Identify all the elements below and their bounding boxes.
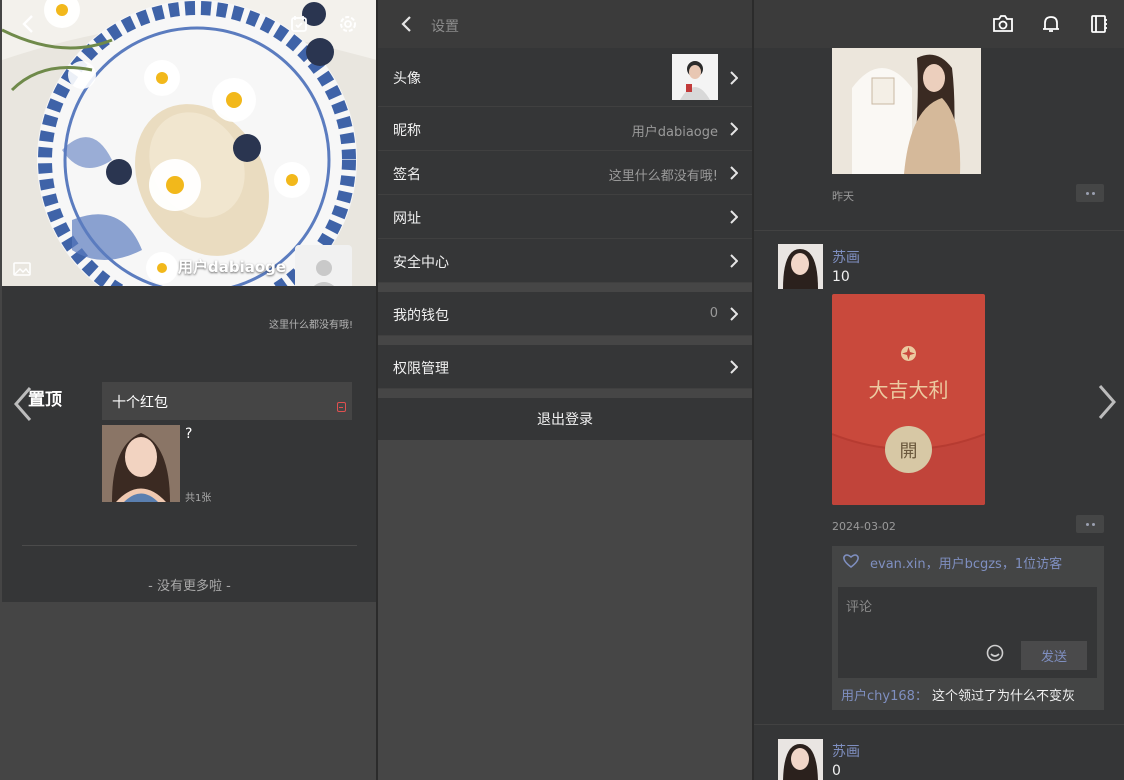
feed-header [754,0,1124,48]
logout-button[interactable]: 退出登录 [378,398,752,440]
chevron-right-icon[interactable] [1096,384,1118,424]
feed-divider [754,724,1124,725]
post-time: 2024-03-02 [832,520,896,533]
divider [22,545,357,546]
chevron-right-icon [729,306,739,325]
comment-user[interactable]: 用户chy168： [841,689,928,704]
comment-text: 这个领过了为什么不变灰 [932,689,1076,704]
profile-username: 用户dabiaoge [178,258,287,276]
chevron-right-icon [729,253,739,272]
chevron-right-icon [729,70,739,89]
settings-row-wallet[interactable]: 我的钱包 0 [378,292,752,336]
post-text: 10 [832,269,850,285]
chevron-right-icon [729,359,739,378]
chevron-right-icon [729,165,739,184]
red-packet-open-button[interactable]: 開 [885,426,932,473]
feed-photo[interactable] [832,48,981,174]
settings-row-label: 昵称 [393,123,421,139]
red-packet-title: 大吉大利 [868,378,949,402]
settings-title: 设置 [431,19,459,35]
comment-item: 用户chy168： 这个领过了为什么不变灰 [841,685,1075,704]
settings-row-signature[interactable]: 签名 这里什么都没有哦! [378,151,752,195]
author-avatar[interactable] [778,244,823,289]
pinned-post-title: 十个红包 [112,395,168,411]
settings-row-permissions[interactable]: 权限管理 [378,345,752,389]
comment-placeholder: 评论 [846,600,873,615]
settings-row-avatar[interactable]: 头像 [378,48,752,107]
post-time: 昨天 [832,190,854,203]
comment-input[interactable]: 评论 发送 [838,587,1097,678]
red-packet-card[interactable]: 大吉大利 開 [832,294,985,505]
settings-row-nickname[interactable]: 昵称 用户dabiaoge [378,107,752,151]
photo-count: 共1张 [185,493,212,504]
heart-icon[interactable] [842,553,860,573]
settings-row-value: 这里什么都没有哦! [608,169,718,184]
more-options-button[interactable] [1076,184,1104,202]
send-button[interactable]: 发送 [1021,641,1087,670]
post-text: ? [185,426,193,442]
camera-icon[interactable] [992,14,1014,34]
settings-panel: 设置 头像 昵称 用户dabiaoge 签名 这里什么都没有哦! 网址 安全中心… [378,0,752,780]
post-thumbnail[interactable] [102,425,180,502]
settings-row-security[interactable]: 安全中心 [378,239,752,283]
settings-row-label: 我的钱包 [393,308,449,324]
profile-body [2,286,377,602]
feed-divider [754,230,1124,231]
settings-row-label: 网址 [393,211,421,227]
post-author[interactable]: 苏画 [832,741,860,761]
settings-row-website[interactable]: 网址 [378,195,752,239]
bell-icon[interactable] [1041,14,1061,34]
contacts-book-icon[interactable] [1089,14,1109,34]
profile-signature: 这里什么都没有哦! [268,320,353,331]
pinned-post-title-bar[interactable]: 十个红包 [102,382,352,420]
settings-row-label: 头像 [393,71,421,87]
likes-list: evan.xin，用户bcgzs，1位访客 [870,557,1063,572]
cover-image: 用户dabiaoge [2,0,377,286]
interaction-box: evan.xin，用户bcgzs，1位访客 评论 发送 用户chy168： 这个… [832,546,1104,710]
feed-panel: 昨天 苏画 10 大吉大利 開 2024-03-02 evan.xin，用户bc… [754,0,1124,780]
no-more-text: - 没有更多啦 - [148,579,231,594]
chevron-right-icon [729,121,739,140]
emoji-icon[interactable] [986,644,1004,666]
settings-row-value: 0 [709,306,718,321]
chevron-right-icon [729,209,739,228]
pinned-label: 置顶 [28,390,62,410]
settings-row-label: 安全中心 [393,255,449,271]
settings-header: 设置 [378,0,752,48]
profile-panel: 用户dabiaoge 这里什么都没有哦! 置顶 十个红包 ? 共1张 - 没有更… [2,0,377,780]
back-icon[interactable] [400,15,412,33]
author-avatar[interactable] [778,739,823,780]
post-text: 0 [832,763,841,779]
settings-row-value: 用户dabiaoge [631,125,718,140]
post-author[interactable]: 苏画 [832,247,860,267]
more-options-button[interactable] [1076,515,1104,533]
settings-row-label: 权限管理 [393,361,449,377]
settings-row-label: 签名 [393,167,421,183]
settings-avatar-thumbnail [672,54,718,100]
red-packet-emblem-icon [900,345,917,366]
red-packet-icon [337,402,346,412]
